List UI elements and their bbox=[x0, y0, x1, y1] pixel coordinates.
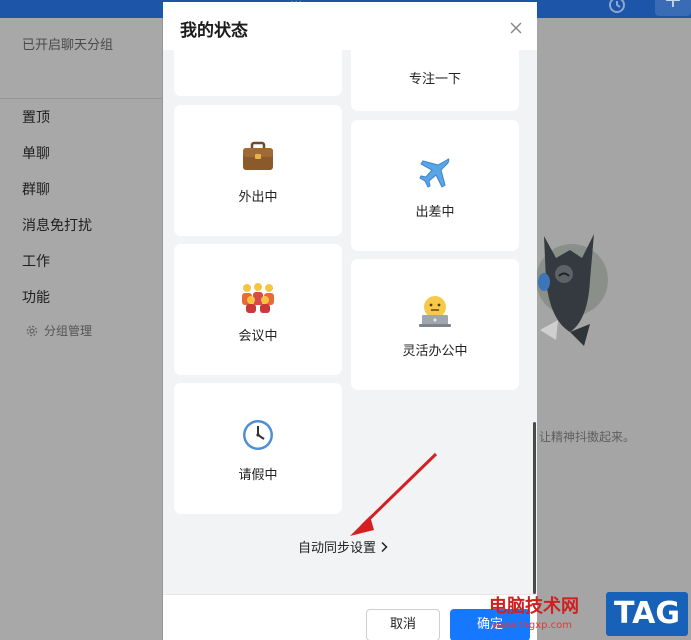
status-dialog: 我的状态 ... 专注一下 外出中 出差 bbox=[163, 2, 537, 640]
scrollbar-thumb[interactable] bbox=[533, 422, 536, 594]
sidebar-item-mute[interactable]: 消息免打扰 bbox=[22, 215, 92, 235]
status-card-label: 灵活办公中 bbox=[402, 344, 468, 359]
dialog-header: 我的状态 bbox=[163, 2, 537, 50]
status-card-flexible-work[interactable]: 灵活办公中 bbox=[351, 259, 519, 390]
sidebar-item-work[interactable]: 工作 bbox=[22, 251, 50, 271]
airplane-icon bbox=[419, 158, 450, 188]
watermark: 电脑技术网 www.tagxp.com TAG bbox=[484, 588, 691, 640]
sidebar-divider bbox=[0, 98, 163, 99]
status-card-label: 出差中 bbox=[415, 205, 455, 220]
group-manage-button[interactable]: 分组管理 bbox=[26, 322, 92, 339]
status-card-focus[interactable]: 专注一下 bbox=[351, 50, 519, 111]
laptop-worker-icon bbox=[419, 296, 451, 327]
chevron-right-icon bbox=[381, 541, 388, 552]
clock-icon bbox=[243, 420, 273, 450]
hint-text: 让精神抖擞起来。 bbox=[539, 430, 636, 444]
status-card-business-trip[interactable]: 出差中 bbox=[351, 120, 519, 251]
status-card-label: 专注一下 bbox=[408, 72, 461, 87]
meeting-icon bbox=[242, 283, 274, 313]
status-card-label: 请假中 bbox=[238, 468, 278, 483]
briefcase-icon bbox=[243, 141, 273, 170]
sidebar-item-function[interactable]: 功能 bbox=[22, 287, 50, 307]
group-manage-label: 分组管理 bbox=[44, 324, 93, 338]
watermark-title: 电脑技术网 bbox=[489, 596, 579, 617]
history-icon[interactable] bbox=[606, 0, 628, 16]
auto-sync-label: 自动同步设置 bbox=[298, 541, 377, 556]
status-card-leave[interactable]: 请假中 bbox=[174, 383, 342, 514]
sidebar: 已开启聊天分组 置顶 单聊 群聊 消息免打扰 工作 功能 分组管理 bbox=[0, 18, 163, 640]
sidebar-header: 已开启聊天分组 bbox=[22, 38, 114, 53]
status-card-label: 会议中 bbox=[238, 329, 278, 344]
status-card-label: 外出中 bbox=[238, 190, 278, 205]
status-card-out[interactable]: 外出中 bbox=[174, 105, 342, 236]
annotation-arrow-icon bbox=[350, 452, 438, 536]
mascot-illustration bbox=[536, 234, 608, 346]
watermark-url: www.tagxp.com bbox=[492, 620, 572, 631]
plus-icon[interactable]: + bbox=[655, 0, 691, 16]
gear-icon bbox=[26, 325, 38, 336]
dialog-footer: 取消 确定 bbox=[163, 594, 537, 640]
watermark-tag: TAG bbox=[606, 592, 688, 636]
dialog-title: 我的状态 bbox=[180, 21, 248, 41]
status-card-meeting[interactable]: 会议中 bbox=[174, 244, 342, 375]
status-card-partial[interactable]: ... bbox=[174, 50, 342, 96]
sidebar-item-group-chat[interactable]: 群聊 bbox=[22, 179, 50, 199]
auto-sync-settings-link[interactable]: 自动同步设置 bbox=[298, 537, 388, 556]
sidebar-item-pinned[interactable]: 置顶 bbox=[22, 107, 50, 127]
close-icon[interactable] bbox=[509, 21, 523, 35]
cancel-button[interactable]: 取消 bbox=[366, 609, 440, 640]
sidebar-item-single-chat[interactable]: 单聊 bbox=[22, 143, 50, 163]
